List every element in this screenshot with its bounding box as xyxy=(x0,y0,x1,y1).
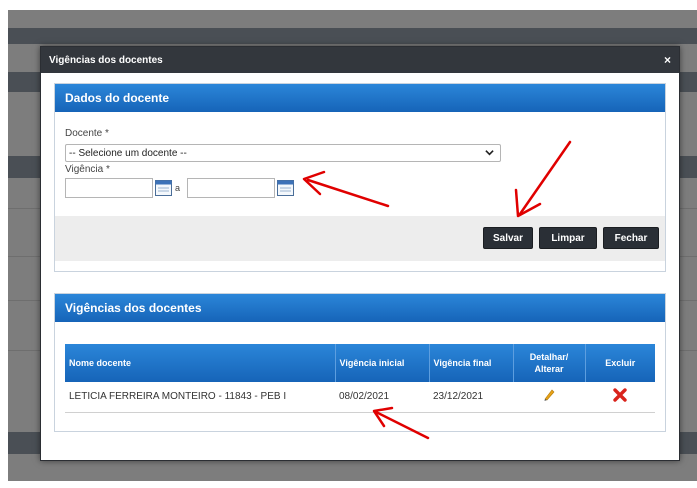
vigencias-list-panel: Vigências dos docentes Nome docente Vigê… xyxy=(54,293,666,432)
calendar-icon[interactable] xyxy=(155,180,172,196)
cell-detalhar xyxy=(513,382,585,413)
annotation-arrow xyxy=(514,140,572,218)
background-bottom xyxy=(0,481,697,488)
modal-header: Vigências dos docentes × xyxy=(41,47,679,73)
panel-title: Dados do docente xyxy=(55,84,665,112)
table-row: LETICIA FERREIRA MONTEIRO - 11843 - PEB … xyxy=(65,382,655,413)
panel-title: Vigências dos docentes xyxy=(55,294,665,322)
pencil-icon[interactable] xyxy=(542,388,556,402)
annotation-arrow xyxy=(372,406,430,440)
modal-title: Vigências dos docentes xyxy=(49,54,163,66)
background-topbar xyxy=(0,0,697,10)
vigencias-table: Nome docente Vigência inicial Vigência f… xyxy=(65,344,655,413)
col-nome-docente: Nome docente xyxy=(65,344,336,382)
docente-select[interactable]: -- Selecione um docente -- xyxy=(65,144,501,162)
vigencia-start-input[interactable] xyxy=(65,178,153,198)
date-separator: a xyxy=(175,183,181,193)
limpar-button[interactable]: Limpar xyxy=(539,227,597,249)
col-detalhar-alterar: Detalhar/ Alterar xyxy=(513,344,586,382)
annotation-arrow xyxy=(302,170,390,208)
table-header-row: Nome docente Vigência inicial Vigência f… xyxy=(65,344,655,382)
col-excluir: Excluir xyxy=(585,344,655,382)
col-vigencia-final: Vigência final xyxy=(429,344,514,382)
docente-select-value: -- Selecione um docente -- xyxy=(69,147,187,159)
background-band xyxy=(8,28,697,44)
cell-vigencia-final: 23/12/2021 xyxy=(429,382,513,413)
cell-excluir xyxy=(585,382,655,413)
salvar-button[interactable]: Salvar xyxy=(483,227,533,249)
col-vigencia-inicial: Vigência inicial xyxy=(335,344,430,382)
red-x-icon[interactable] xyxy=(613,388,627,402)
vigencia-label: Vigência * xyxy=(65,164,110,175)
close-icon[interactable]: × xyxy=(664,53,671,67)
background-side xyxy=(0,10,8,488)
docente-label: Docente * xyxy=(65,128,109,139)
vigencia-end-input[interactable] xyxy=(187,178,275,198)
fechar-button[interactable]: Fechar xyxy=(603,227,659,249)
chevron-down-icon xyxy=(485,150,494,156)
cell-nome: LETICIA FERREIRA MONTEIRO - 11843 - PEB … xyxy=(65,382,335,413)
vigencias-modal: Vigências dos docentes × Dados do docent… xyxy=(40,46,680,461)
